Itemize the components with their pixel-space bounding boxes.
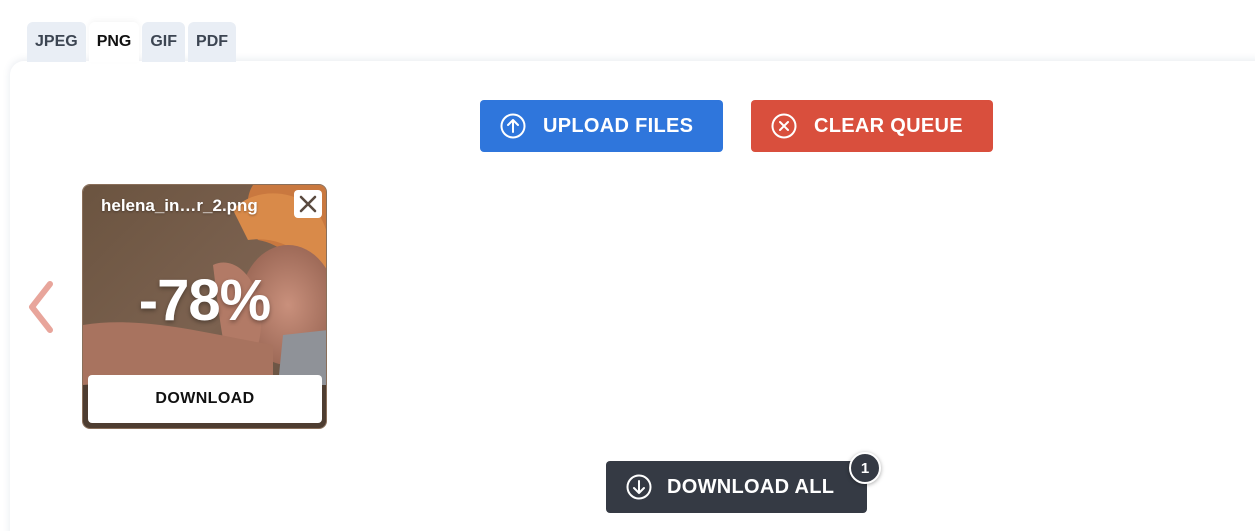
tab-png[interactable]: PNG <box>88 22 140 62</box>
file-card: helena_in…r_2.png -78% DOWNLOAD <box>82 184 327 429</box>
remove-file-button[interactable] <box>294 190 322 218</box>
clear-queue-label: CLEAR QUEUE <box>814 114 963 137</box>
tab-pdf[interactable]: PDF <box>188 22 237 62</box>
close-icon <box>299 195 317 213</box>
compression-saving: -78% <box>138 268 271 333</box>
x-circle-icon <box>771 113 797 139</box>
file-name: helena_in…r_2.png <box>101 196 258 215</box>
clear-queue-button[interactable]: CLEAR QUEUE <box>751 100 993 152</box>
tab-gif[interactable]: GIF <box>142 22 186 62</box>
upload-files-button[interactable]: UPLOAD FILES <box>480 100 723 152</box>
file-count-badge: 1 <box>849 452 881 484</box>
arrow-down-circle-icon <box>626 474 652 500</box>
tab-jpeg[interactable]: JPEG <box>27 22 86 62</box>
chevron-left-icon[interactable] <box>24 280 58 334</box>
format-tabs: JPEG PNG GIF PDF <box>27 22 237 62</box>
download-all-label: DOWNLOAD ALL <box>667 475 835 498</box>
arrow-up-circle-icon <box>500 113 526 139</box>
download-all-button[interactable]: DOWNLOAD ALL <box>606 461 867 513</box>
download-button[interactable]: DOWNLOAD <box>88 375 322 423</box>
upload-files-label: UPLOAD FILES <box>543 114 694 137</box>
